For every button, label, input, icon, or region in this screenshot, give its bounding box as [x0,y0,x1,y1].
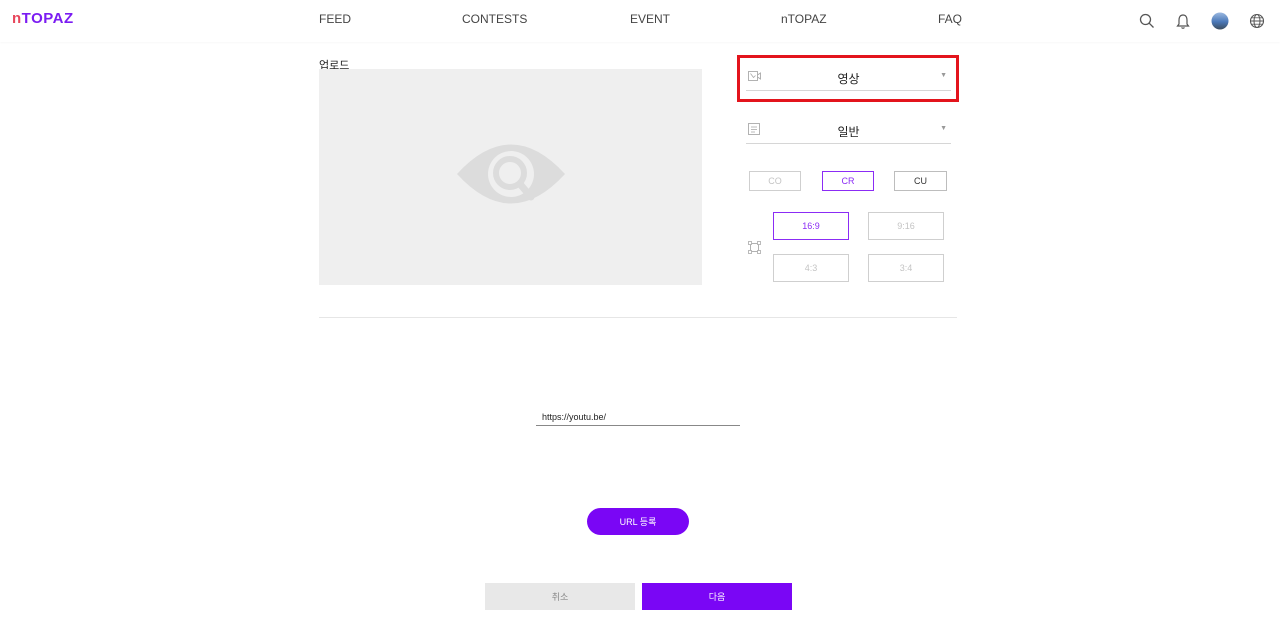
category-value: 일반 [837,125,860,139]
nav-ntopaz[interactable]: nTOPAZ [781,12,827,26]
ratio-option-16-9[interactable]: 16:9 [773,212,849,240]
nav-event[interactable]: EVENT [630,12,670,26]
ratio-option-9-16[interactable]: 9:16 [868,212,944,240]
eye-search-icon [455,135,567,220]
category-select[interactable]: 일반 ▼ [746,119,951,144]
media-type-value: 영상 [837,72,860,86]
next-button[interactable]: 다음 [642,583,792,610]
nav-feed[interactable]: FEED [319,12,351,26]
media-type-select[interactable]: 영상 ▼ [746,66,951,91]
upload-preview-area[interactable] [319,69,702,285]
license-option-cr[interactable]: CR [822,171,874,191]
license-option-cu[interactable]: CU [894,171,947,191]
nav-contests[interactable]: CONTESTS [462,12,527,26]
chevron-down-icon: ▼ [940,125,947,132]
url-input[interactable] [536,408,740,426]
chevron-down-icon: ▼ [940,72,947,79]
nav-faq[interactable]: FAQ [938,12,962,26]
url-register-button[interactable]: URL 등록 [587,508,689,535]
search-icon[interactable] [1136,10,1158,32]
ratio-option-3-4[interactable]: 3:4 [868,254,944,282]
license-option-co[interactable]: CO [749,171,801,191]
aspect-ratio-icon [748,241,761,259]
ratio-option-4-3[interactable]: 4:3 [773,254,849,282]
section-divider [319,317,957,318]
bell-icon[interactable] [1172,10,1194,32]
globe-icon[interactable] [1246,10,1268,32]
avatar[interactable] [1209,10,1231,32]
ntopaz-logo[interactable]: nTOPAZ [12,10,74,27]
cancel-button[interactable]: 취소 [485,583,635,610]
